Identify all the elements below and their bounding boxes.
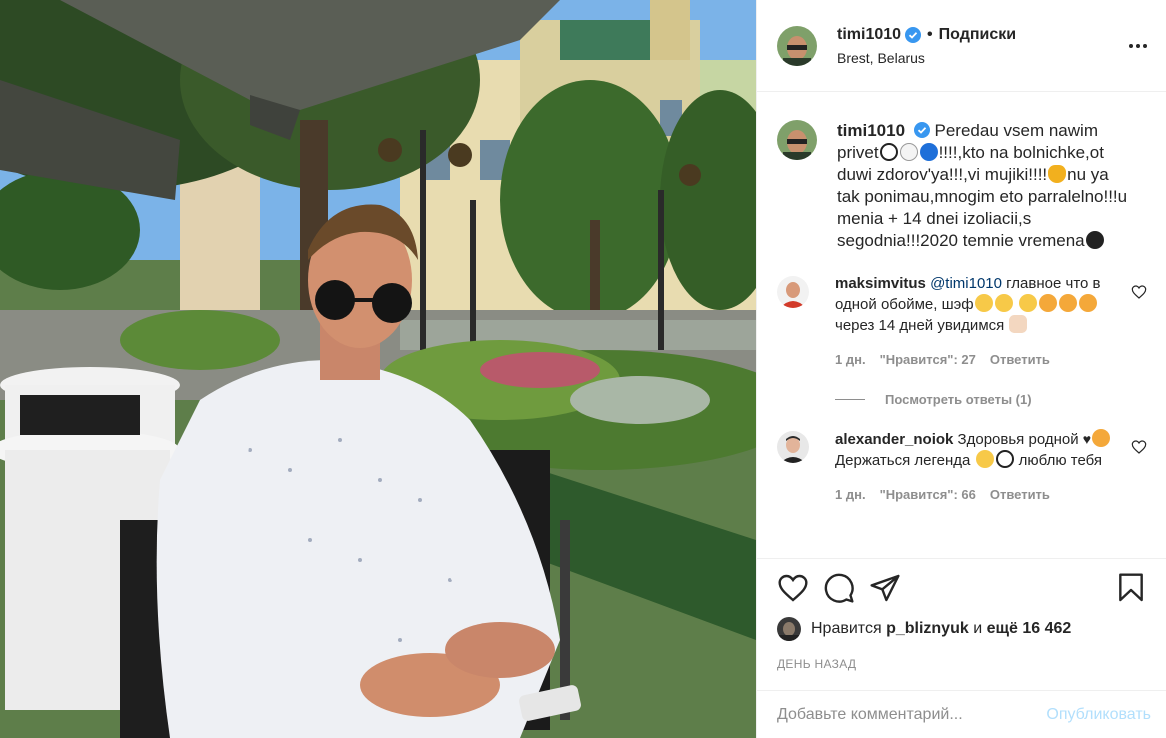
view-replies-line [835, 399, 865, 400]
comment-item: alexander_noiok Здоровья родной ♥ Держат… [777, 429, 1147, 505]
publish-button[interactable]: Опубликовать [1046, 706, 1151, 724]
comment-text: alexander_noiok Здоровья родной ♥ Держат… [835, 429, 1121, 471]
wink-kiss-emoji-icon [1038, 294, 1057, 312]
blue-circle-emoji-icon [919, 143, 938, 161]
commenter-avatar[interactable] [777, 276, 809, 308]
post-actions: Нравится p_bliznyuk и ещё 16 462 ДЕНЬ НА… [757, 558, 1166, 671]
post-timestamp[interactable]: ДЕНЬ НАЗАД [777, 657, 1147, 671]
comment-text-part-1: Здоровья родной [953, 431, 1083, 448]
share-icon[interactable] [869, 572, 901, 604]
comment-mention[interactable]: @timi1010 [930, 275, 1002, 292]
comment-body: maksimvitus @timi1010 главное что в одно… [835, 274, 1121, 370]
photo-illustration [0, 0, 756, 738]
likes-middle: и [973, 620, 983, 637]
comment-username[interactable]: maksimvitus [835, 275, 926, 292]
instagram-post: timi1010 • Подписки Brest, Belarus timi1… [0, 0, 1166, 738]
likes-prefix: Нравится [811, 620, 882, 637]
comment-like-heart-icon[interactable] [1131, 284, 1147, 300]
liker-username[interactable]: p_bliznyuk [886, 620, 969, 638]
soccer-ball-emoji-icon [995, 450, 1014, 468]
black-heart-emoji-icon: ♥ [1082, 431, 1092, 447]
comment-age[interactable]: 1 дн. [835, 485, 866, 505]
author-username[interactable]: timi1010 [837, 26, 901, 44]
caption-username[interactable]: timi1010 [837, 121, 905, 140]
white-circle-emoji-icon [899, 143, 918, 161]
post-location[interactable]: Brest, Belarus [837, 50, 1016, 66]
view-replies-button[interactable]: Посмотреть ответы (1) [835, 392, 1147, 407]
reply-button[interactable]: Ответить [990, 350, 1050, 370]
more-options-icon[interactable] [1126, 34, 1150, 58]
soccer-ball-emoji-icon [879, 143, 898, 161]
caption-text: timi1010 Peredau vsem nawim privet !!!!,k… [837, 120, 1129, 252]
bookmark-icon[interactable] [1115, 572, 1147, 604]
avatar-image [777, 25, 817, 66]
action-icons-row [777, 559, 1147, 617]
wink-kiss-emoji-icon [1078, 294, 1097, 312]
post-header: timi1010 • Подписки Brest, Belarus [757, 0, 1166, 92]
comment-like-count[interactable]: "Нравится": 66 [880, 485, 976, 505]
verified-badge-icon [913, 122, 930, 138]
comment-text-part-2: через 14 дней увидимся [835, 317, 1005, 334]
view-replies-label: Посмотреть ответы (1) [885, 392, 1032, 407]
caption-avatar[interactable] [777, 120, 817, 160]
wink-kiss-emoji-icon [1092, 429, 1111, 447]
liker-avatar[interactable] [777, 617, 801, 641]
following-button[interactable]: Подписки [939, 26, 1016, 44]
comments-list[interactable]: timi1010 Peredau vsem nawim privet !!!!,k… [757, 92, 1166, 558]
comment-input[interactable] [777, 705, 1047, 724]
avatar-image [777, 276, 809, 308]
add-comment-bar: Опубликовать [757, 690, 1166, 738]
tears-of-joy-emoji-icon [974, 294, 993, 312]
tears-of-joy-emoji-icon [1018, 294, 1037, 312]
comment-icon[interactable] [823, 572, 855, 604]
reply-button[interactable]: Ответить [990, 485, 1050, 505]
verified-badge-icon [905, 26, 922, 43]
likes-summary: Нравится p_bliznyuk и ещё 16 462 [777, 617, 1147, 641]
yellow-heart-emoji-icon [1048, 165, 1067, 183]
comment-item: maksimvitus @timi1010 главное что в одно… [777, 274, 1147, 370]
author-avatar[interactable] [777, 25, 817, 66]
header-top-row: timi1010 • Подписки [837, 26, 1016, 44]
post-photo[interactable] [0, 0, 756, 738]
commenter-avatar[interactable] [777, 431, 809, 463]
avatar-image [777, 120, 817, 160]
comment-body: alexander_noiok Здоровья родной ♥ Держат… [835, 429, 1121, 505]
comment-like-count[interactable]: "Нравится": 27 [880, 350, 976, 370]
black-circle-emoji-icon [1085, 231, 1104, 249]
smiling-face-emoji-icon [975, 450, 994, 468]
comment-text: maksimvitus @timi1010 главное что в одно… [835, 274, 1121, 336]
comment-age[interactable]: 1 дн. [835, 350, 866, 370]
post-caption: timi1010 Peredau vsem nawim privet !!!!,k… [777, 92, 1147, 252]
header-separator: • [927, 25, 933, 43]
comment-text-part-3: люблю тебя [1018, 452, 1103, 469]
comment-meta: 1 дн. "Нравится": 66 Ответить [835, 485, 1121, 505]
wink-kiss-emoji-icon [1058, 294, 1077, 312]
post-side-panel: timi1010 • Подписки Brest, Belarus timi1… [756, 0, 1166, 738]
waving-hand-emoji-icon [1009, 315, 1028, 333]
avatar-image [777, 617, 801, 641]
comment-like-heart-icon[interactable] [1131, 439, 1147, 455]
likes-count[interactable]: ещё 16 462 [987, 620, 1072, 638]
heart-icon[interactable] [777, 572, 809, 604]
comment-text-part-2: Держаться легенда [835, 452, 971, 469]
tears-of-joy-emoji-icon [994, 294, 1013, 312]
avatar-image [777, 431, 809, 463]
header-text: timi1010 • Подписки Brest, Belarus [837, 26, 1016, 66]
comment-meta: 1 дн. "Нравится": 27 Ответить [835, 350, 1121, 370]
comment-username[interactable]: alexander_noiok [835, 431, 953, 448]
